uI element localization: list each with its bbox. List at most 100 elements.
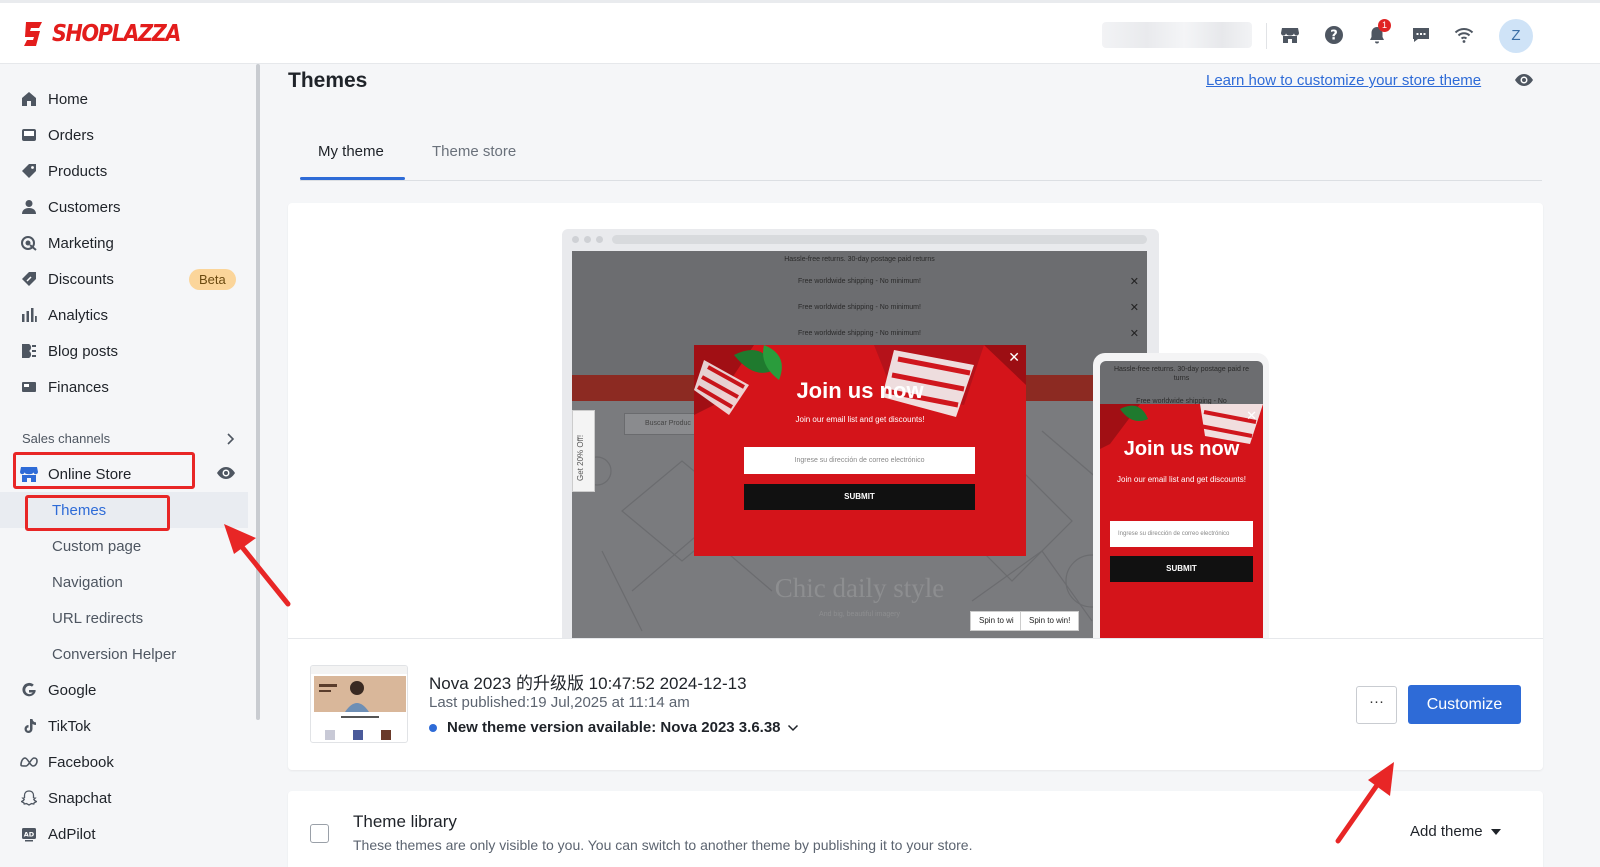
theme-tabs: My theme Theme store [300, 128, 1542, 181]
sidebar-item-label: AdPilot [48, 825, 96, 843]
preview-shipping-line: Free worldwide shipping - No minimum! [798, 330, 921, 337]
bell-icon[interactable]: 1 [1366, 19, 1391, 46]
eye-icon[interactable] [216, 465, 236, 486]
annotation-box-online-store [13, 452, 195, 489]
close-icon: ✕ [1129, 328, 1139, 340]
wifi-icon[interactable] [1453, 24, 1475, 46]
new-version-text: New theme version available: Nova 2023 3… [447, 719, 781, 736]
sidebar-subitem-conversion-helper[interactable]: Conversion Helper [0, 636, 248, 672]
chat-icon[interactable] [1410, 24, 1432, 46]
preview-shipping-line: Free worldwide shipping - No minimum! [798, 278, 921, 285]
shoplazza-logo[interactable]: SHOPLAZZA [22, 19, 194, 49]
user-avatar[interactable]: Z [1499, 19, 1533, 53]
page-title: Themes [288, 69, 368, 92]
meta-icon [20, 753, 38, 771]
annotation-box-themes [25, 495, 170, 531]
add-theme-button[interactable]: Add theme [1410, 823, 1501, 840]
tag-icon [20, 162, 38, 180]
person-icon [20, 198, 38, 216]
sidebar-item-label: Discounts [48, 270, 114, 288]
discount-icon [20, 270, 38, 288]
status-dot [429, 723, 437, 732]
sidebar-item-label: Marketing [48, 234, 114, 252]
sidebar-item-tiktok[interactable]: TikTok [0, 708, 248, 744]
sidebar-item-finances[interactable]: Finances [0, 369, 248, 405]
theme-thumbnail[interactable] [310, 665, 408, 743]
sidebar-item-label: Finances [48, 378, 109, 396]
sidebar-item-blog-posts[interactable]: Blog posts [0, 333, 248, 369]
new-version-notice[interactable]: New theme version available: Nova 2023 3… [429, 719, 799, 736]
tab-theme-store[interactable]: Theme store [432, 143, 516, 160]
sidebar-item-marketing[interactable]: Marketing [0, 225, 248, 261]
learn-customize-link[interactable]: Learn how to customize your store theme [1206, 72, 1481, 89]
sidebar-item-google[interactable]: Google [0, 672, 248, 708]
help-icon[interactable]: ? [1323, 24, 1345, 46]
mobile-preview-screen[interactable]: Hassle-free returns. 30-day postage paid… [1100, 361, 1263, 638]
popup-email-input: Ingrese su dirección de correo electróni… [744, 447, 975, 474]
tiktok-icon [20, 717, 38, 735]
close-icon: ✕ [1246, 408, 1257, 423]
sidebar-item-label: Customers [48, 198, 121, 216]
phone-submit-button: SUBMIT [1110, 556, 1253, 582]
analytics-icon [20, 306, 38, 324]
sidebar-subitem-url-redirects[interactable]: URL redirects [0, 600, 248, 636]
sidebar-subitem-custom-page[interactable]: Custom page [0, 528, 248, 564]
preview-hero-title: Chic daily style [774, 573, 945, 603]
close-icon: ✕ [1129, 302, 1139, 314]
popup-submit-button: SUBMIT [744, 484, 975, 510]
snapchat-icon [20, 789, 38, 807]
close-icon: ✕ [1129, 276, 1139, 288]
google-icon [20, 681, 38, 699]
orders-icon [20, 126, 38, 144]
chevron-right-icon[interactable] [226, 432, 236, 451]
sidebar-item-snapchat[interactable]: Snapchat [0, 780, 248, 816]
sidebar-item-customers[interactable]: Customers [0, 189, 248, 225]
preview-announcement: Hassle-free returns. 30-day postage paid… [784, 256, 935, 263]
beta-badge: Beta [189, 269, 236, 290]
sidebar-scrollbar[interactable] [256, 64, 260, 720]
theme-thumbnail-image [311, 666, 407, 740]
theme-name: Nova 2023 的升级版 10:47:52 2024-12-13 [429, 674, 747, 693]
customize-button[interactable]: Customize [1408, 685, 1521, 724]
sidebar-item-analytics[interactable]: Analytics [0, 297, 248, 333]
more-actions-button[interactable]: ··· [1356, 686, 1397, 724]
sidebar-item-products[interactable]: Products [0, 153, 248, 189]
theme-last-published: Last published:19 Jul,2025 at 11:14 am [429, 694, 690, 711]
sidebar-item-label: Snapchat [48, 789, 112, 807]
theme-library-checkbox[interactable] [310, 824, 329, 843]
sidebar-item-label: Blog posts [48, 342, 119, 360]
sales-channels-title: Sales channels [22, 431, 111, 446]
sidebar-item-home[interactable]: Home [0, 81, 248, 117]
sidebar-item-label: Orders [48, 126, 94, 144]
phone-popup-title: Join us now [1123, 438, 1240, 460]
annotation-arrow [224, 524, 291, 607]
preview-signup-popup: Join us now Join our email list and get … [694, 345, 1026, 556]
caret-down-icon [1490, 828, 1501, 835]
sidebar-item-orders[interactable]: Orders [0, 117, 248, 153]
notification-badge: 1 [1378, 19, 1391, 32]
sidebar-item-label: Products [48, 162, 108, 180]
phone-email-input: Ingrese su dirección de correo electróni… [1110, 521, 1253, 547]
eye-icon[interactable] [1514, 72, 1534, 93]
spin-to-win-badge: Spin to win! [1020, 611, 1080, 631]
sidebar-item-facebook[interactable]: Facebook [0, 744, 248, 780]
preview-discount-side-tab: Get 20% Off! [572, 410, 595, 492]
store-icon[interactable] [1279, 24, 1301, 46]
preview-search-text: Buscar Produc [645, 420, 691, 427]
add-theme-label: Add theme [1410, 823, 1483, 840]
phone-signup-popup: Join us now Join our email list and get … [1100, 404, 1263, 638]
spin-to-win-badge: Spin to wi [970, 611, 1023, 631]
sidebar-item-label: Google [48, 681, 97, 699]
store-name-blurred[interactable] [1102, 22, 1252, 48]
annotation-arrow [1335, 762, 1394, 844]
browser-url-bar [612, 235, 1147, 244]
phone-announcement: Hassle-free returns. 30-day postage paid… [1113, 366, 1250, 382]
tab-my-theme[interactable]: My theme [318, 143, 384, 160]
sidebar-item-label: Facebook [48, 753, 114, 771]
sidebar-item-label: Home [48, 90, 89, 108]
sidebar-item-label: Analytics [48, 306, 109, 324]
sidebar-item-adpilot[interactable]: AD AdPilot [0, 816, 248, 852]
sidebar-subitem-navigation[interactable]: Navigation [0, 564, 248, 600]
home-icon [20, 90, 38, 108]
blog-icon [20, 342, 38, 360]
